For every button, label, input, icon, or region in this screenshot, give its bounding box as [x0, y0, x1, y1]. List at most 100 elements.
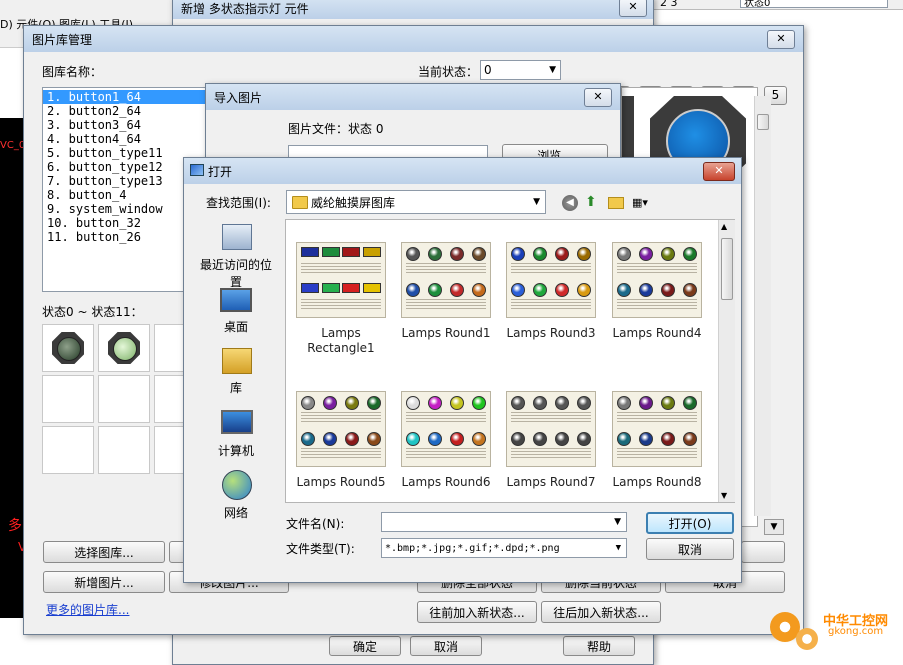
state-cell-6[interactable] [42, 426, 94, 474]
filetype-value: *.bmp;*.jpg;*.gif;*.dpd;*.png [385, 542, 560, 554]
file-thumbnail[interactable] [296, 242, 386, 318]
file-list[interactable]: Lamps Rectangle1 Lamps Round1 Lamps Round3 L… [285, 219, 735, 503]
file-thumbnail[interactable] [612, 242, 702, 318]
insert-before-button[interactable]: 往前加入新状态... [417, 601, 537, 623]
file-name-line1: Lamps [321, 326, 361, 340]
look-in-value: 威纶触摸屏图库 [311, 195, 396, 210]
background-top-numbers: 2 3 [660, 0, 678, 9]
new-folder-icon[interactable] [608, 197, 624, 209]
state-cell-3[interactable] [42, 375, 94, 423]
open-file-dialog: 打开 ✕ 查找范围(I): 威纶触摸屏图库 ▼ ◀ ⬆ ▦▾ 最近访问的位置 桌… [183, 157, 742, 583]
library-manager-close-icon[interactable]: ✕ [767, 30, 795, 49]
place-library[interactable]: 库 [196, 379, 276, 396]
file-name-line1: Lamps Round6 [401, 475, 491, 489]
chevron-down-icon: ▼ [615, 543, 621, 553]
file-thumbnail[interactable] [506, 242, 596, 318]
file-name-label[interactable]: Lamps Round4 [605, 326, 709, 341]
chevron-down-icon: ▼ [533, 197, 540, 207]
library-list-item[interactable]: 1. button1_64 [43, 90, 211, 104]
desktop-icon [220, 288, 252, 312]
file-name-label[interactable]: Lamps Round8 [605, 475, 709, 490]
back-icon[interactable]: ◀ [562, 195, 578, 211]
watermark-gear-icon-2 [796, 628, 818, 650]
file-name-line1: Lamps Round7 [506, 475, 596, 489]
file-name-label[interactable]: Lamps Round6 [394, 475, 498, 490]
current-state-value: 0 [484, 63, 492, 77]
filename-label: 文件名(N): [286, 517, 345, 531]
file-name-line1: Lamps Round3 [506, 326, 596, 340]
import-close-icon[interactable]: ✕ [584, 88, 612, 107]
ok-button[interactable]: 确定 [329, 636, 401, 656]
place-desktop[interactable]: 桌面 [196, 318, 276, 335]
library-name-label: 图库名称： [42, 65, 103, 79]
file-name-line1: Lamps Round5 [296, 475, 386, 489]
file-thumbnail[interactable] [401, 242, 491, 318]
place-recent[interactable]: 最近访问的位置 [196, 256, 276, 290]
more-libraries-link[interactable]: 更多的图片库... [46, 601, 129, 618]
file-name-line1: Lamps Round1 [401, 326, 491, 340]
look-in-select[interactable]: 威纶触摸屏图库 ▼ [286, 190, 546, 214]
file-name-label[interactable]: Lamps Round1 [394, 326, 498, 341]
file-thumbnail[interactable] [296, 391, 386, 467]
filetype-label: 文件类型(T): [286, 542, 355, 556]
state-cell-1[interactable] [98, 324, 150, 372]
file-name-label[interactable]: Lamps Round3 [499, 326, 603, 341]
network-icon [222, 470, 252, 500]
file-name-label[interactable]: Lamps Rectangle1 [289, 326, 393, 356]
preview-scrollbar[interactable] [754, 96, 771, 516]
computer-icon [221, 410, 253, 434]
chevron-down-icon: ▼ [614, 517, 621, 527]
preview-scroll-thumb[interactable] [757, 114, 769, 130]
app-icon [190, 164, 204, 176]
file-thumbnail[interactable] [401, 391, 491, 467]
open-cancel-button[interactable]: 取消 [646, 538, 734, 560]
library-icon [222, 348, 252, 374]
lamp-icon [52, 332, 84, 364]
file-name-label[interactable]: Lamps Round7 [499, 475, 603, 490]
scroll-up-arrow[interactable]: ▲ [721, 222, 727, 231]
folder-icon [292, 196, 308, 209]
open-button[interactable]: 打开(O) [646, 512, 734, 534]
current-state-select[interactable]: 0 ▼ [480, 60, 561, 80]
chevron-down-icon: ▼ [549, 65, 556, 75]
new-element-title: 新增 多状态指示灯 元件 [173, 0, 653, 19]
library-list-item[interactable]: 3. button3_64 [43, 118, 211, 132]
image-file-label: 图片文件：状态 0 [288, 122, 384, 136]
select-library-button[interactable]: 选择图库... [43, 541, 165, 563]
file-list-scrollbar[interactable]: ▲ ▼ [718, 220, 735, 502]
new-element-close-icon[interactable]: ✕ [619, 0, 647, 17]
lamp-icon [108, 332, 140, 364]
place-computer[interactable]: 计算机 [196, 442, 276, 459]
state-cell-7[interactable] [98, 426, 150, 474]
help-button[interactable]: 帮助 [563, 636, 635, 656]
library-list-item[interactable]: 2. button2_64 [43, 104, 211, 118]
library-right-button[interactable] [741, 541, 785, 563]
scroll-down-arrow[interactable]: ▼ [721, 491, 727, 500]
open-dialog-titlebar: 打开 [184, 158, 741, 184]
add-image-button[interactable]: 新增图片... [43, 571, 165, 593]
filename-input[interactable]: ▼ [381, 512, 627, 532]
preview-hscroll-arrow[interactable]: ▼ [764, 519, 784, 535]
background-state-select[interactable]: 状态0 [740, 0, 888, 9]
place-network[interactable]: 网络 [196, 504, 276, 521]
insert-after-button[interactable]: 往后加入新状态... [541, 601, 661, 623]
file-name-line2: Rectangle1 [307, 341, 375, 355]
recent-places-icon [222, 224, 252, 250]
background-red-text: 多 [8, 518, 22, 534]
view-menu-icon[interactable]: ▦▾ [632, 195, 656, 211]
new-element-cancel-button[interactable]: 取消 [410, 636, 482, 656]
states-label: 状态0 ~ 状态11： [42, 305, 143, 319]
library-list-item[interactable]: 4. button4_64 [43, 132, 211, 146]
up-folder-icon[interactable]: ⬆ [585, 194, 601, 210]
file-thumbnail[interactable] [506, 391, 596, 467]
file-thumbnail[interactable] [612, 391, 702, 467]
open-close-icon[interactable]: ✕ [703, 162, 735, 181]
filetype-select[interactable]: *.bmp;*.jpg;*.gif;*.dpd;*.png ▼ [381, 538, 627, 558]
file-name-label[interactable]: Lamps Round5 [289, 475, 393, 490]
state-cell-4[interactable] [98, 375, 150, 423]
state-cell-0[interactable] [42, 324, 94, 372]
file-list-scroll-thumb[interactable] [721, 238, 733, 300]
open-dialog-title: 打开 [208, 164, 233, 179]
file-name-line1: Lamps Round4 [612, 326, 702, 340]
look-in-label: 查找范围(I): [206, 196, 271, 210]
